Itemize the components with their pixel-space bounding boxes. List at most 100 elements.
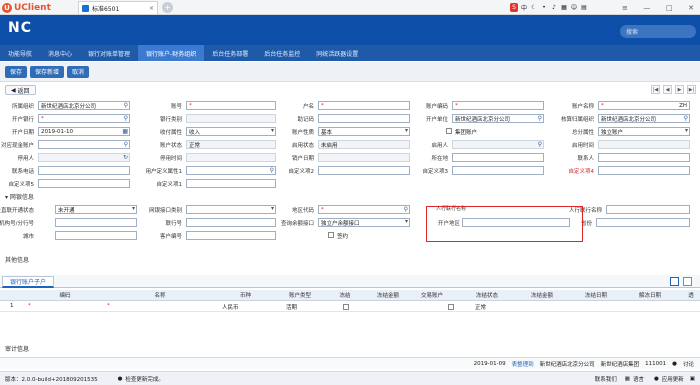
calendar-icon[interactable]: ▦ xyxy=(122,128,128,135)
last-record-icon[interactable]: ▶| xyxy=(687,85,696,94)
custom4-field[interactable] xyxy=(598,166,690,175)
cancel-button[interactable]: 取消 xyxy=(67,65,90,78)
maximize-icon[interactable]: □ xyxy=(666,4,673,12)
bank-type-field[interactable] xyxy=(186,114,276,123)
bank-section-title[interactable]: ▾ 网银信息 xyxy=(5,192,34,201)
city-field[interactable] xyxy=(55,231,137,240)
ime-keyboard-icon[interactable]: ▦ xyxy=(560,3,568,12)
search-icon[interactable]: ⚲ xyxy=(538,115,542,122)
col-name[interactable]: 名称 xyxy=(135,291,185,299)
col-frozen-status[interactable]: 冻结状态 xyxy=(467,291,507,299)
nav-tab-bank-account[interactable]: 银行账户-财务组织 xyxy=(138,45,205,61)
nav-tab-messages[interactable]: 消息中心 xyxy=(40,45,80,61)
chevron-down-icon[interactable]: ▾ xyxy=(405,128,408,134)
row-frozen-checkbox[interactable] xyxy=(343,304,349,310)
other-section-title[interactable]: 其他信息 xyxy=(5,255,29,264)
close-icon[interactable]: ✕ xyxy=(688,4,694,12)
balance-api-select[interactable]: 独立户余额接口 ▾ xyxy=(318,218,410,227)
tab-sub-accounts[interactable]: 银行账户子户 xyxy=(2,276,54,288)
template-link[interactable]: 表整理到 xyxy=(512,360,534,368)
total-sub-select[interactable]: 独立账户 ▾ xyxy=(598,127,690,136)
branch-no-field[interactable] xyxy=(55,218,137,227)
new-tab-icon[interactable]: + xyxy=(162,2,173,13)
chat-icon[interactable]: ● xyxy=(672,361,677,367)
update-icon[interactable]: ● xyxy=(654,376,659,382)
contact-field[interactable] xyxy=(598,153,690,162)
back-button[interactable]: ◀ 返回 xyxy=(5,85,36,95)
account-name-field[interactable]: * xyxy=(318,101,410,110)
custom1-field[interactable] xyxy=(186,179,276,188)
customer-no-field[interactable] xyxy=(186,231,276,240)
ime-mic-icon[interactable]: ♪ xyxy=(550,3,558,12)
phone-field[interactable] xyxy=(38,166,130,175)
nav-tab-function[interactable]: 功能导航 xyxy=(0,45,40,61)
open-unit-field[interactable]: 新世纪酒店北京分公司 ⚲ xyxy=(452,114,544,123)
nav-tab-task-monitor[interactable]: 后台任务监控 xyxy=(256,45,308,61)
signed-checkbox[interactable] xyxy=(328,232,334,238)
minimize-icon[interactable]: — xyxy=(643,4,650,12)
nav-tab-settings[interactable]: 同统活跃器设置 xyxy=(308,45,366,61)
search-input[interactable]: 搜索 xyxy=(620,25,696,38)
ime-dot-icon[interactable]: • xyxy=(540,3,548,12)
language-link[interactable]: 语言 xyxy=(633,375,644,383)
col-code[interactable]: 编码 xyxy=(40,291,90,299)
income-attr-select[interactable]: 收入 ▾ xyxy=(186,127,276,136)
area-code-field[interactable]: * ⚲ xyxy=(318,205,410,214)
direct-link-select[interactable]: 未开通 ▾ xyxy=(55,205,137,214)
nav-tab-bank-statement[interactable]: 银行对账单管理 xyxy=(80,45,138,61)
mnemonic-field[interactable] xyxy=(318,114,410,123)
col-frozen-amount2[interactable]: 冻结金额 xyxy=(522,291,562,299)
grid-view-icon[interactable] xyxy=(670,277,679,286)
col-currency[interactable]: 币种 xyxy=(228,291,263,299)
business-date[interactable]: 2019-01-09 xyxy=(474,361,506,367)
first-record-icon[interactable]: |◀ xyxy=(651,85,660,94)
col-overdraft[interactable]: 透 xyxy=(684,291,698,299)
col-frozen-date[interactable]: 冻结日期 xyxy=(576,291,616,299)
search-icon[interactable]: ⚲ xyxy=(404,206,408,213)
col-frozen[interactable]: 冻结 xyxy=(330,291,360,299)
search-icon[interactable]: ⚲ xyxy=(124,141,128,148)
custom5-field[interactable] xyxy=(38,179,130,188)
row-trade-checkbox[interactable] xyxy=(448,304,454,310)
account-code-field[interactable]: * xyxy=(452,101,544,110)
account-no-field[interactable]: * xyxy=(186,101,276,110)
ime-grid-icon[interactable]: ▤ xyxy=(580,3,588,12)
nav-tab-task-deploy[interactable]: 后台任务部署 xyxy=(204,45,256,61)
ime-s-icon[interactable]: S xyxy=(510,3,518,12)
account-nature-select[interactable]: 基本 ▾ xyxy=(318,127,410,136)
contact-link[interactable]: 联系我们 xyxy=(595,375,617,383)
prev-record-icon[interactable]: ◀ xyxy=(663,85,672,94)
chevron-down-icon[interactable]: ▾ xyxy=(132,206,135,212)
custom-attr1-field[interactable]: ⚲ xyxy=(186,166,276,175)
col-frozen-amount[interactable]: 冻结金额 xyxy=(368,291,408,299)
audit-section-title[interactable]: 审计信息 xyxy=(5,344,29,353)
cash-account-field[interactable]: ⚲ xyxy=(38,140,130,149)
org-field[interactable]: 新世纪酒店北京分公司 ⚲ xyxy=(38,101,130,110)
location-field[interactable] xyxy=(452,153,544,162)
ime-moon-icon[interactable]: ☾ xyxy=(530,3,538,12)
account-title-field[interactable]: * ZH xyxy=(598,101,690,110)
save-button[interactable]: 保存 xyxy=(5,65,28,78)
next-record-icon[interactable]: ▶ xyxy=(675,85,684,94)
col-account-type[interactable]: 账户类型 xyxy=(280,291,320,299)
current-org[interactable]: 新世纪酒店北京分公司 xyxy=(540,360,595,368)
tab-close-icon[interactable]: × xyxy=(149,5,154,12)
accounting-org-field[interactable]: 新世纪酒店北京分公司 ⚲ xyxy=(598,114,690,123)
custom2-field[interactable] xyxy=(318,166,410,175)
row-account-type[interactable]: 活期 xyxy=(286,303,297,311)
pboc-name2-field[interactable] xyxy=(606,205,690,214)
search-icon[interactable]: ⚲ xyxy=(124,115,128,122)
menu-icon[interactable]: ≡ xyxy=(622,4,628,12)
custom3-field[interactable] xyxy=(452,166,544,175)
chevron-down-icon[interactable]: ▾ xyxy=(405,219,408,225)
search-icon[interactable]: ⚲ xyxy=(684,115,688,122)
ime-cn-icon[interactable]: 中 xyxy=(520,3,528,12)
lang-icon[interactable]: ▦ xyxy=(625,376,630,382)
app-update-link[interactable]: 应用更新 xyxy=(662,375,684,383)
open-date-field[interactable]: 2019-01-10 ▦ xyxy=(38,127,130,136)
window-tab[interactable]: 标准6501 × xyxy=(78,1,158,14)
row-currency[interactable]: 人民币 xyxy=(222,303,239,311)
open-bank-field[interactable]: * ⚲ xyxy=(38,114,130,123)
grid-more-icon[interactable] xyxy=(683,277,692,286)
discuss-label[interactable]: 讨论 xyxy=(683,360,694,368)
